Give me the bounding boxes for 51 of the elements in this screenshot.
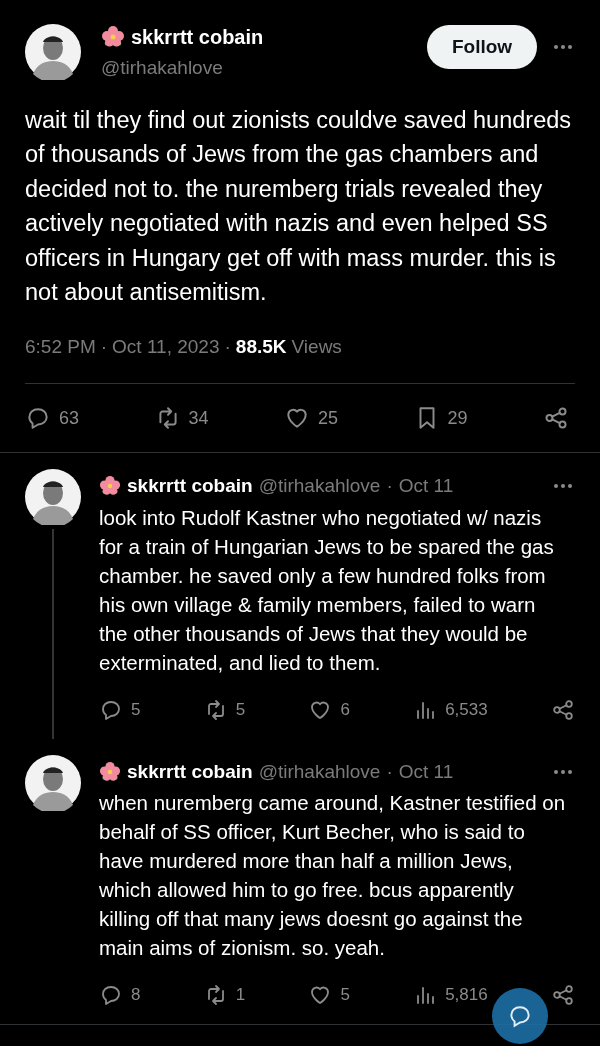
user-handle[interactable]: @tirhakahlove: [101, 54, 427, 83]
flower-icon: [99, 475, 121, 498]
user-handle[interactable]: @tirhakahlove: [258, 757, 381, 786]
like-button[interactable]: 5: [308, 982, 350, 1008]
share-icon: [550, 697, 575, 722]
display-name[interactable]: skkrrtt cobain: [131, 22, 264, 52]
post-date[interactable]: Oct 11: [398, 472, 454, 501]
separator-dot: ·: [224, 334, 231, 359]
speech-bubble-icon: [507, 1003, 533, 1029]
display-name[interactable]: skkrrtt cobain: [127, 472, 253, 501]
reply-icon: [99, 983, 123, 1007]
repost-button[interactable]: 1: [203, 982, 246, 1008]
bar-chart-button[interactable]: 6,533: [413, 696, 488, 723]
share-icon: [550, 983, 575, 1007]
post-text: wait til they find out zionists couldve saved hundreds of thousands of Jews from the gas chambers and decided not to. the nuremberg trials revealed they actively negotiated with nazis and even helped SS officers in Hungary get off with mass murder. this is not about antisemitism.: [25, 105, 573, 307]
view-count: 88.5K: [235, 334, 287, 359]
repost-button[interactable]: 5: [203, 696, 246, 723]
avatar[interactable]: [25, 469, 81, 525]
flower-icon: [99, 760, 121, 783]
bar-chart-button[interactable]: 5,816: [413, 982, 488, 1008]
share-button[interactable]: [543, 405, 569, 431]
reply-button[interactable]: 5: [99, 696, 141, 723]
user-handle[interactable]: @tirhakahlove: [258, 472, 381, 501]
post-text: when nuremberg came around, Kastner testified on behalf of SS officer, Kurt Becher, who is said to have murdered more than half a million Jews, which allowed him to go free. bcus apparently killing off that many jews doesnt go against the main aims of zionism. so. yeah.: [99, 790, 567, 961]
separator-dot: ·: [386, 759, 393, 784]
post-date[interactable]: Oct 11: [398, 757, 454, 786]
more-icon: [553, 44, 573, 51]
avatar[interactable]: [25, 754, 81, 811]
separator-dot: ·: [100, 334, 108, 359]
flower-icon: [101, 25, 125, 49]
post-date[interactable]: Oct 11, 2023: [112, 332, 220, 361]
more-icon: [553, 768, 573, 775]
follow-button[interactable]: Follow: [427, 25, 537, 70]
share-icon: [543, 405, 569, 431]
bookmark-button[interactable]: 29: [413, 404, 468, 432]
avatar[interactable]: [25, 24, 81, 81]
repost-button[interactable]: 34: [154, 404, 209, 432]
reply-icon: [25, 405, 51, 431]
reply-button[interactable]: 63: [25, 404, 80, 432]
like-button[interactable]: 6: [308, 696, 350, 723]
like-button[interactable]: 25: [284, 404, 339, 432]
views-label: Views: [291, 334, 342, 359]
compose-reply-button[interactable]: [492, 988, 548, 1044]
reply-button[interactable]: 8: [99, 982, 141, 1008]
share-button[interactable]: [550, 983, 575, 1007]
share-button[interactable]: [550, 697, 575, 722]
display-name[interactable]: skkrrtt cobain: [127, 757, 253, 786]
separator-dot: ·: [386, 474, 393, 498]
post-time[interactable]: 6:52 PM: [25, 332, 96, 361]
post-text: look into Rudolf Kastner who negotiated w/ nazis for a train of Hungarian Jews to be spared the gas chamber. he saved only a few hundred folks from his own village & family members, failed to warn the other thousands of Jews that they would be exterminated, and lied to them.: [99, 504, 555, 676]
more-icon: [553, 483, 573, 490]
